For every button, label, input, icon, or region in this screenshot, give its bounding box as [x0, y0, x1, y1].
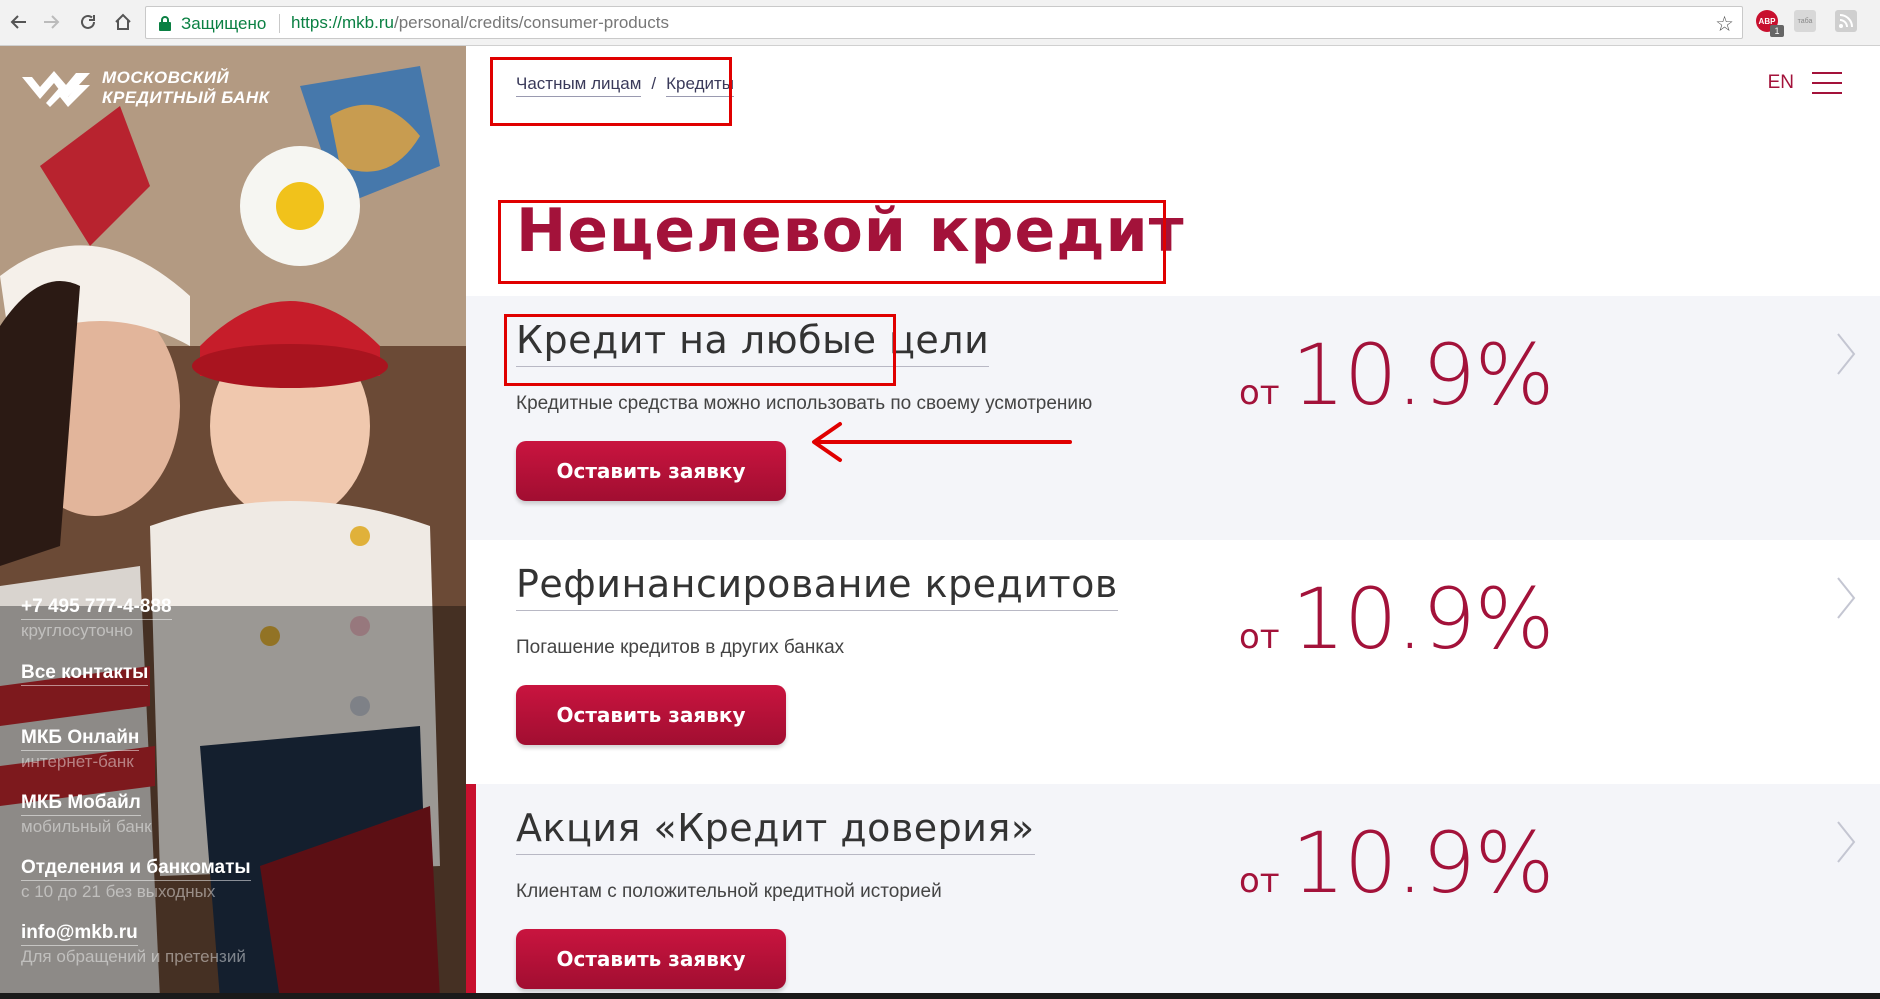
star-icon[interactable]: ☆: [1715, 12, 1734, 36]
apply-button[interactable]: Оставить заявку: [516, 929, 786, 989]
all-contacts-link[interactable]: Все контакты: [21, 662, 149, 686]
card-accent-bar: [466, 784, 476, 993]
bottom-edge: [0, 993, 1880, 999]
rate-value: 10.9%: [1291, 570, 1555, 668]
sidebar-photo-panel: Московский кредитный банк +7 495 777-4-8…: [0, 46, 466, 999]
url-text[interactable]: https://mkb.ru/personal/credits/consumer…: [291, 13, 669, 33]
secure-label: Защищено: [181, 14, 267, 33]
bank-logo[interactable]: Московский кредитный банк: [20, 68, 270, 108]
contact-branches: Отделения и банкоматы с 10 до 21 без вых…: [21, 857, 251, 902]
email-sub: Для обращений и претензий: [21, 947, 246, 966]
reload-button[interactable]: [75, 9, 101, 35]
product-card[interactable]: Рефинансирование кредитов Погашение кред…: [466, 540, 1880, 784]
back-button[interactable]: [6, 9, 32, 35]
home-button[interactable]: [110, 9, 136, 35]
product-description: Клиентам с положительной кредитной истор…: [516, 881, 942, 902]
language-switch[interactable]: EN: [1768, 72, 1794, 94]
address-bar[interactable]: Защищено https://mkb.ru/personal/credits…: [145, 6, 1743, 39]
product-card[interactable]: Акция «Кредит доверия» Клиентам с положи…: [466, 784, 1880, 993]
url-host: https://mkb.ru: [291, 13, 394, 32]
omnibox-divider: [279, 14, 280, 33]
rss-icon: [1839, 14, 1853, 28]
bank-logo-text: Московский кредитный банк: [102, 68, 270, 108]
branches-hours: с 10 до 21 без выходных: [21, 882, 216, 901]
rate-prefix: от: [1239, 617, 1280, 657]
arrow-right-icon: [44, 15, 60, 29]
contact-phone: +7 495 777-4-888 круглосуточно: [21, 596, 172, 641]
product-title[interactable]: Акция «Кредит доверия»: [516, 806, 1035, 855]
rate-prefix: от: [1239, 861, 1280, 901]
mkb-online-link[interactable]: МКБ Онлайн: [21, 727, 140, 751]
apply-button[interactable]: Оставить заявку: [516, 685, 786, 745]
annotation-box-breadcrumb: [490, 57, 732, 126]
apply-button[interactable]: Оставить заявку: [516, 441, 786, 501]
chevron-right-icon[interactable]: [1834, 330, 1858, 378]
browser-toolbar: Защищено https://mkb.ru/personal/credits…: [0, 0, 1880, 46]
contact-email: info@mkb.ru Для обращений и претензий: [21, 922, 246, 967]
contact-online: МКБ Онлайн интернет-банк: [21, 727, 140, 772]
rate-prefix: от: [1239, 373, 1280, 413]
product-title[interactable]: Рефинансирование кредитов: [516, 562, 1118, 611]
product-description: Кредитные средства можно использовать по…: [516, 393, 1093, 414]
mkb-online-sub: интернет-банк: [21, 752, 134, 771]
rate-display: от 10.9%: [1239, 326, 1555, 424]
email-link[interactable]: info@mkb.ru: [21, 922, 138, 946]
chevron-right-icon[interactable]: [1834, 818, 1858, 866]
rate-value: 10.9%: [1291, 814, 1555, 912]
rss-extension-icon[interactable]: [1835, 10, 1857, 32]
forward-button[interactable]: [38, 9, 64, 35]
tab-extension-icon[interactable]: таба: [1794, 10, 1816, 32]
rate-display: от 10.9%: [1239, 814, 1555, 912]
mkb-mobile-link[interactable]: МКБ Мобайл: [21, 792, 141, 816]
contact-all: Все контакты: [21, 662, 149, 686]
url-path: /personal/credits/consumer-products: [393, 13, 669, 32]
reload-icon: [81, 14, 95, 29]
mkb-logo-icon: [22, 71, 90, 107]
product-description: Погашение кредитов в других банках: [516, 637, 845, 658]
annotation-box-title: [498, 200, 1166, 284]
logo-line-2: кредитный банк: [102, 88, 270, 107]
contact-mobile: МКБ Мобайл мобильный банк: [21, 792, 152, 837]
phone-link[interactable]: +7 495 777-4-888: [21, 596, 172, 620]
lock-icon: [159, 16, 171, 31]
annotation-arrow: [812, 422, 1072, 462]
adblock-badge: 1: [1770, 25, 1784, 37]
arrow-left-icon: [10, 15, 26, 29]
main-content: Частным лицам / Кредиты EN Нецелевой кре…: [466, 46, 1880, 993]
rate-value: 10.9%: [1291, 326, 1555, 424]
branches-link[interactable]: Отделения и банкоматы: [21, 857, 251, 881]
phone-hours: круглосуточно: [21, 621, 133, 640]
annotation-box-product: [504, 314, 896, 386]
chevron-right-icon[interactable]: [1834, 574, 1858, 622]
home-icon: [115, 13, 131, 30]
rate-display: от 10.9%: [1239, 570, 1555, 668]
hamburger-icon[interactable]: [1812, 72, 1842, 94]
mkb-mobile-sub: мобильный банк: [21, 817, 152, 836]
logo-line-1: Московский: [102, 68, 230, 87]
